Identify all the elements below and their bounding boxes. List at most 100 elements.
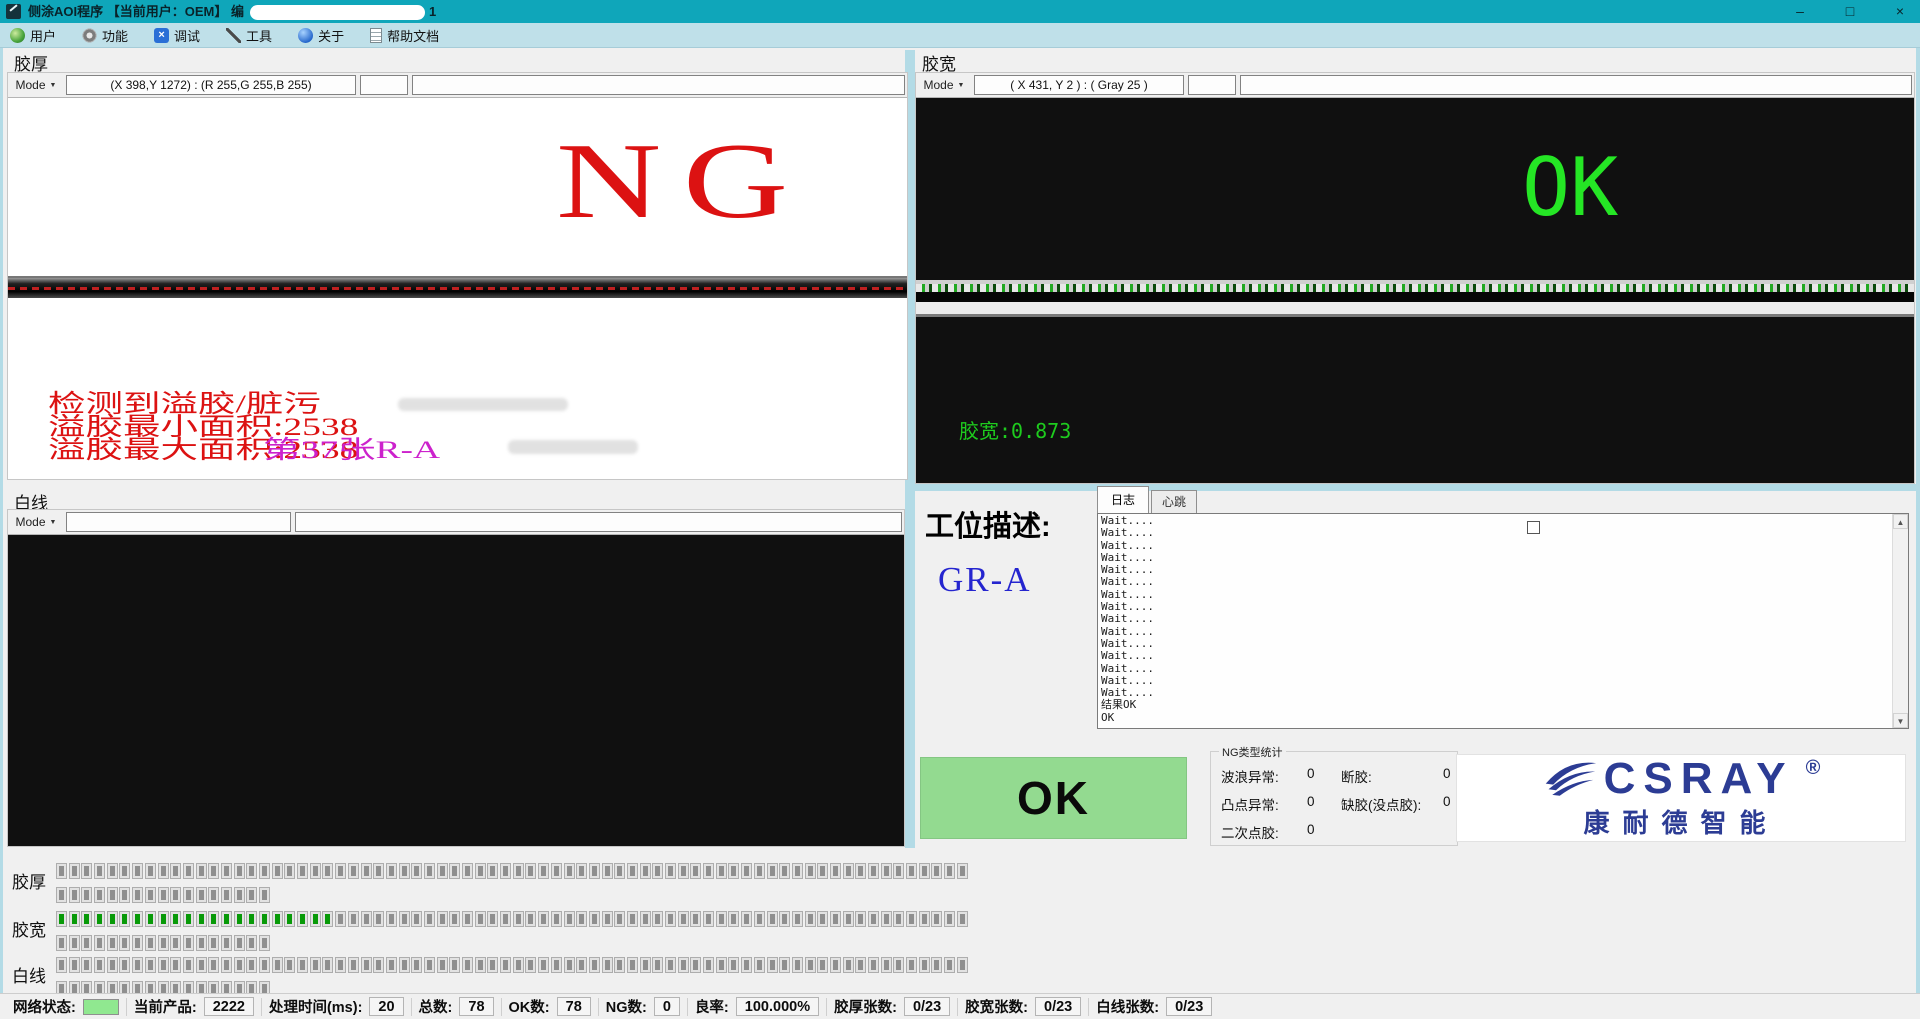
frame-indicator-off (463, 864, 472, 878)
frame-indicator-off (450, 958, 459, 972)
menu-item-label: 调试 (174, 26, 200, 45)
width-mode-dropdown[interactable]: Mode ▼ (918, 76, 970, 95)
frame-indicator-off (552, 958, 561, 972)
statusbar-item: 胶宽张数:0/23 (958, 996, 1088, 1017)
statusbar-label: 网络状态: (13, 996, 76, 1017)
frame-indicator-off (336, 958, 345, 972)
frame-indicator-off (235, 864, 244, 878)
tab-log[interactable]: 日志 (1097, 486, 1149, 513)
frame-indicator-off (844, 958, 853, 972)
frame-indicator-off (70, 936, 79, 950)
chevron-down-icon: ▼ (50, 82, 57, 89)
log-entry: Wait.... (1101, 650, 1890, 662)
frame-indicator-off (362, 864, 371, 878)
width-image-view[interactable]: OK 胶宽:0.873 (916, 97, 1914, 483)
width-info-box (1240, 75, 1912, 95)
frame-indicator-off (247, 958, 256, 972)
frame-indicator-off (717, 958, 726, 972)
menu-item-about[interactable]: 关于 (298, 26, 344, 45)
frame-indicator-off (400, 912, 409, 926)
debug-icon: × (154, 28, 169, 43)
ng-stat-value: 0 (1307, 822, 1341, 842)
frame-indicator-off (349, 864, 358, 878)
frame-indicator-off (641, 958, 650, 972)
frame-indicator-off (768, 912, 777, 926)
whiteline-image-view[interactable] (8, 534, 904, 846)
frame-indicator-off (476, 958, 485, 972)
frame-indicator-on (120, 912, 129, 926)
about-icon (298, 28, 313, 43)
thickness-image-view[interactable]: NG 检测到溢胶/脏污 溢胶最小面积:2538 溢胶最大面积:2538 第37张… (8, 97, 907, 479)
whiteline-mode-dropdown[interactable]: Mode ▼ (10, 513, 62, 532)
thickness-mode-dropdown[interactable]: Mode ▼ (10, 76, 62, 95)
menu-item-debug[interactable]: × 调试 (154, 26, 200, 45)
frame-indicator-off (920, 912, 929, 926)
statusbar-label: 总数: (419, 996, 453, 1017)
scroll-up-icon[interactable]: ▲ (1893, 514, 1908, 529)
frame-indicator-off (235, 958, 244, 972)
frame-indicator-off (831, 912, 840, 926)
frame-indicator-off (488, 958, 497, 972)
ng-stat-value: 0 (1443, 766, 1453, 786)
indicator-group-label: 胶宽 (12, 916, 46, 941)
result-ok-indicator[interactable]: OK (920, 757, 1187, 839)
frame-indicator-off (793, 912, 802, 926)
frame-indicator-off (95, 958, 104, 972)
title-redaction-scribble (250, 5, 425, 20)
log-entry: Wait.... (1101, 515, 1890, 527)
frame-indicator-off (362, 912, 371, 926)
statusbar-value: 0/23 (1166, 997, 1212, 1016)
log-checkbox[interactable] (1527, 521, 1540, 534)
close-button[interactable]: × (1890, 0, 1910, 23)
frame-indicator-on (222, 912, 231, 926)
ng-stat-label: 二次点胶: (1221, 822, 1307, 842)
whiteline-panel: Mode ▼ (7, 509, 905, 847)
frame-indicator-off (285, 864, 294, 878)
ng-stat-value: 0 (1443, 794, 1453, 814)
frame-indicator-off (831, 958, 840, 972)
tab-heartbeat[interactable]: 心跳 (1151, 490, 1197, 513)
minimize-button[interactable]: – (1790, 0, 1810, 23)
menu-item-user[interactable]: 用户 (10, 26, 56, 45)
frame-indicator-off (780, 958, 789, 972)
menu-item-gear[interactable]: 功能 (82, 26, 128, 45)
frame-indicator-off (273, 864, 282, 878)
statusbar-value: 100.000% (736, 997, 819, 1016)
maximize-button[interactable]: □ (1840, 0, 1860, 23)
ng-stat-value: 0 (1307, 794, 1341, 814)
frame-indicator-off (565, 958, 574, 972)
thickness-result-text: NG (556, 128, 810, 236)
frame-tag-text: 第37张R-A (263, 439, 440, 462)
log-entry: Wait.... (1101, 638, 1890, 650)
frame-indicator-off (818, 912, 827, 926)
right-edge-separator (1916, 48, 1920, 995)
frame-indicator-off (476, 912, 485, 926)
frame-indicator-off (501, 912, 510, 926)
frame-indicator-off (387, 864, 396, 878)
frame-indicator-off (755, 912, 764, 926)
menu-item-help-doc[interactable]: 帮助文档 (370, 26, 439, 45)
indicator-row (57, 912, 971, 926)
frame-indicator-off (247, 936, 256, 950)
indicator-group-label: 胶厚 (12, 868, 46, 893)
frame-indicator-off (742, 958, 751, 972)
frame-indicator-off (222, 888, 231, 902)
frame-indicator-off (108, 864, 117, 878)
log-entry: 结果OK (1101, 699, 1890, 711)
thickness-toolbar: Mode ▼ (X 398,Y 1272) : (R 255,G 255,B 2… (8, 73, 907, 97)
frame-indicator-on (273, 912, 282, 926)
frame-indicator-off (780, 864, 789, 878)
log-scrollbar[interactable]: ▲ ▼ (1892, 514, 1908, 728)
scroll-down-icon[interactable]: ▼ (1893, 713, 1908, 728)
frame-indicator-off (57, 958, 66, 972)
indicator-row (57, 958, 971, 972)
frame-indicator-off (679, 958, 688, 972)
frame-indicator-off (450, 864, 459, 878)
frame-indicator-off (958, 958, 967, 972)
frame-indicator-off (894, 958, 903, 972)
menu-item-tools[interactable]: 工具 (226, 26, 272, 45)
title-bar: 侧涂AOI程序 【当前用户：OEM】 编1 – □ × (0, 0, 1920, 23)
frame-indicator-off (666, 864, 675, 878)
ng-stat-label: 凸点异常: (1221, 794, 1307, 814)
indicator-row (57, 888, 273, 902)
